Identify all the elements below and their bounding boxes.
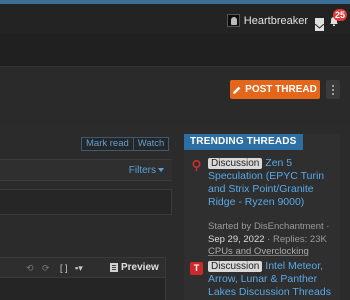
username: Heartbreaker [243,14,308,27]
started-by: Started by DisEnchantment · [208,221,330,232]
editor-toolbar: ⟲ ⟳ [ ] ▪▾ Preview [0,257,166,278]
preview-label: Preview [121,262,159,273]
alerts-badge: 25 [332,9,347,21]
top-bar: Heartbreaker 25 [0,0,350,34]
redo-icon[interactable]: ⟳ [42,263,50,274]
save-draft-icon[interactable]: ▪▾ [75,263,83,274]
thread-row[interactable] [0,189,172,215]
filters-dropdown[interactable]: Filters [129,165,164,176]
document-icon [110,263,118,272]
mark-read-button[interactable]: Mark read [81,137,134,151]
thread-date: Sep 29, 2022 [208,234,265,245]
editor-body[interactable] [0,278,166,300]
list-actions: Mark read Watch [81,137,170,151]
thread-avatar-icon: T [190,262,203,275]
chevron-down-icon [158,168,164,173]
nav-bar [0,34,350,66]
thread-meta: Started by DisEnchantment · Sep 29, 2022… [208,220,338,246]
preview-button[interactable]: Preview [110,262,159,273]
forum-link[interactable]: CPUs and Overclocking [208,246,309,257]
thread-prefix: Discussion [208,158,263,169]
thread-prefix: Discussion [208,261,263,272]
pencil-icon [233,86,241,94]
filters-label: Filters [128,165,156,176]
toggle-bbcode-icon[interactable]: [ ] [60,263,68,273]
trending-threads-widget: TRENDING THREADS Discussion Zen 5 Specul… [184,134,340,300]
pin-icon [190,159,203,172]
mail-icon[interactable] [314,18,325,31]
more-options-button[interactable] [326,80,340,99]
post-thread-button[interactable]: POST THREAD [230,80,320,99]
filter-bar: Filters [0,159,172,181]
undo-icon[interactable]: ⟲ [26,263,34,274]
trending-thread-title[interactable]: Discussion Intel Meteor, Arrow, Lunar & … [208,260,336,299]
user-menu[interactable]: Heartbreaker [226,14,308,27]
trending-thread-title[interactable]: Discussion Zen 5 Speculation (EPYC Turin… [208,157,336,209]
page: Heartbreaker 25 POST THREAD Mark read Wa… [0,0,350,300]
watch-button[interactable]: Watch [133,137,170,151]
post-thread-label: POST THREAD [245,84,317,95]
thread-replies: · Replies: 23K [267,234,327,245]
kebab-icon [332,84,334,95]
trending-heading: TRENDING THREADS [184,134,303,150]
avatar [226,14,240,27]
